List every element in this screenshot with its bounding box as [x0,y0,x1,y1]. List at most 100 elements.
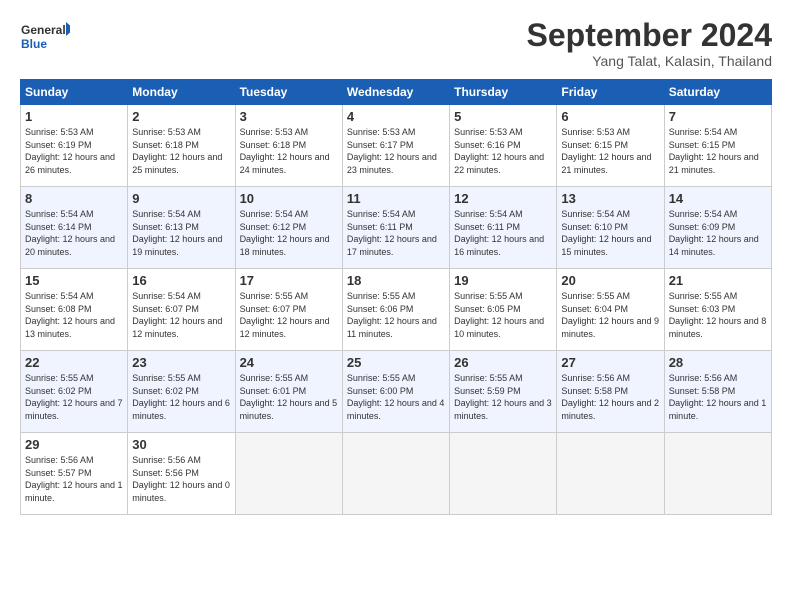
day-number: 17 [240,273,338,288]
table-row [450,433,557,515]
day-number: 20 [561,273,659,288]
table-row: 14 Sunrise: 5:54 AMSunset: 6:09 PMDayligh… [664,187,771,269]
table-row: 25Sunrise: 5:55 AMSunset: 6:00 PMDayligh… [342,351,449,433]
table-row: 7 Sunrise: 5:54 AMSunset: 6:15 PMDaylight… [664,105,771,187]
day-number: 28 [669,355,767,370]
cell-info: Sunrise: 5:55 AMSunset: 6:06 PMDaylight:… [347,290,445,340]
col-friday: Friday [557,80,664,105]
day-number: 19 [454,273,552,288]
cell-info: Sunrise: 5:53 AMSunset: 6:15 PMDaylight:… [561,126,659,176]
day-number: 18 [347,273,445,288]
table-row: 21 Sunrise: 5:55 AMSunset: 6:03 PMDayligh… [664,269,771,351]
cell-info: Sunrise: 5:54 AMSunset: 6:11 PMDaylight:… [347,208,445,258]
cell-info: Sunrise: 5:54 AMSunset: 6:14 PMDaylight:… [25,208,123,258]
table-row: 8 Sunrise: 5:54 AMSunset: 6:14 PMDaylight… [21,187,128,269]
page-header: General Blue September 2024 Yang Talat, … [20,18,772,69]
day-number: 24 [240,355,338,370]
table-row: 13 Sunrise: 5:54 AMSunset: 6:10 PMDayligh… [557,187,664,269]
cell-info: Sunrise: 5:54 AMSunset: 6:11 PMDaylight:… [454,208,552,258]
day-number: 12 [454,191,552,206]
day-number: 13 [561,191,659,206]
table-row: 17Sunrise: 5:55 AMSunset: 6:07 PMDayligh… [235,269,342,351]
logo: General Blue [20,18,70,58]
col-thursday: Thursday [450,80,557,105]
cell-info: Sunrise: 5:55 AMSunset: 5:59 PMDaylight:… [454,372,552,422]
logo-svg: General Blue [20,18,70,58]
calendar-week-3: 15 Sunrise: 5:54 AMSunset: 6:08 PMDayligh… [21,269,772,351]
day-number: 21 [669,273,767,288]
col-saturday: Saturday [664,80,771,105]
cell-info: Sunrise: 5:54 AMSunset: 6:07 PMDaylight:… [132,290,230,340]
cell-info: Sunrise: 5:54 AMSunset: 6:10 PMDaylight:… [561,208,659,258]
cell-info: Sunrise: 5:54 AMSunset: 6:09 PMDaylight:… [669,208,767,258]
cell-info: Sunrise: 5:56 AMSunset: 5:57 PMDaylight:… [25,454,123,504]
day-number: 9 [132,191,230,206]
table-row: 15 Sunrise: 5:54 AMSunset: 6:08 PMDayligh… [21,269,128,351]
cell-info: Sunrise: 5:54 AMSunset: 6:15 PMDaylight:… [669,126,767,176]
table-row: 2 Sunrise: 5:53 AMSunset: 6:18 PMDaylight… [128,105,235,187]
table-row: 22 Sunrise: 5:55 AMSunset: 6:02 PMDayligh… [21,351,128,433]
cell-info: Sunrise: 5:53 AMSunset: 6:18 PMDaylight:… [132,126,230,176]
location: Yang Talat, Kalasin, Thailand [527,53,772,69]
table-row: 30Sunrise: 5:56 AMSunset: 5:56 PMDayligh… [128,433,235,515]
day-number: 30 [132,437,230,452]
cell-info: Sunrise: 5:54 AMSunset: 6:12 PMDaylight:… [240,208,338,258]
day-number: 8 [25,191,123,206]
table-row: 10 Sunrise: 5:54 AMSunset: 6:12 PMDayligh… [235,187,342,269]
calendar-week-5: 29 Sunrise: 5:56 AMSunset: 5:57 PMDayligh… [21,433,772,515]
col-tuesday: Tuesday [235,80,342,105]
cell-info: Sunrise: 5:53 AMSunset: 6:18 PMDaylight:… [240,126,338,176]
table-row: 5 Sunrise: 5:53 AMSunset: 6:16 PMDaylight… [450,105,557,187]
table-row: 4 Sunrise: 5:53 AMSunset: 6:17 PMDaylight… [342,105,449,187]
table-row: 19 Sunrise: 5:55 AMSunset: 6:05 PMDayligh… [450,269,557,351]
day-number: 15 [25,273,123,288]
calendar-table: Sunday Monday Tuesday Wednesday Thursday… [20,79,772,515]
calendar-week-1: 1Sunrise: 5:53 AMSunset: 6:19 PMDaylight… [21,105,772,187]
col-wednesday: Wednesday [342,80,449,105]
cell-info: Sunrise: 5:54 AMSunset: 6:13 PMDaylight:… [132,208,230,258]
table-row: 26Sunrise: 5:55 AMSunset: 5:59 PMDayligh… [450,351,557,433]
header-row: Sunday Monday Tuesday Wednesday Thursday… [21,80,772,105]
day-number: 3 [240,109,338,124]
cell-info: Sunrise: 5:56 AMSunset: 5:58 PMDaylight:… [669,372,767,422]
cell-info: Sunrise: 5:53 AMSunset: 6:17 PMDaylight:… [347,126,445,176]
cell-info: Sunrise: 5:54 AMSunset: 6:08 PMDaylight:… [25,290,123,340]
day-number: 27 [561,355,659,370]
table-row: 12 Sunrise: 5:54 AMSunset: 6:11 PMDayligh… [450,187,557,269]
svg-text:Blue: Blue [21,37,47,51]
day-number: 7 [669,109,767,124]
svg-text:General: General [21,23,66,37]
cell-info: Sunrise: 5:55 AMSunset: 6:02 PMDaylight:… [132,372,230,422]
table-row: 29 Sunrise: 5:56 AMSunset: 5:57 PMDayligh… [21,433,128,515]
col-sunday: Sunday [21,80,128,105]
cell-info: Sunrise: 5:55 AMSunset: 6:01 PMDaylight:… [240,372,338,422]
col-monday: Monday [128,80,235,105]
calendar-week-2: 8 Sunrise: 5:54 AMSunset: 6:14 PMDaylight… [21,187,772,269]
table-row: 27Sunrise: 5:56 AMSunset: 5:58 PMDayligh… [557,351,664,433]
table-row: 3 Sunrise: 5:53 AMSunset: 6:18 PMDaylight… [235,105,342,187]
table-row: 11 Sunrise: 5:54 AMSunset: 6:11 PMDayligh… [342,187,449,269]
table-row [342,433,449,515]
table-row [557,433,664,515]
cell-info: Sunrise: 5:55 AMSunset: 6:05 PMDaylight:… [454,290,552,340]
day-number: 22 [25,355,123,370]
table-row: 1Sunrise: 5:53 AMSunset: 6:19 PMDaylight… [21,105,128,187]
cell-info: Sunrise: 5:55 AMSunset: 6:03 PMDaylight:… [669,290,767,340]
day-number: 5 [454,109,552,124]
cell-info: Sunrise: 5:55 AMSunset: 6:02 PMDaylight:… [25,372,123,422]
table-row: 16Sunrise: 5:54 AMSunset: 6:07 PMDayligh… [128,269,235,351]
day-number: 10 [240,191,338,206]
day-number: 4 [347,109,445,124]
day-number: 2 [132,109,230,124]
calendar-week-4: 22 Sunrise: 5:55 AMSunset: 6:02 PMDayligh… [21,351,772,433]
day-number: 29 [25,437,123,452]
day-number: 14 [669,191,767,206]
day-number: 11 [347,191,445,206]
cell-info: Sunrise: 5:55 AMSunset: 6:00 PMDaylight:… [347,372,445,422]
day-number: 23 [132,355,230,370]
cell-info: Sunrise: 5:53 AMSunset: 6:16 PMDaylight:… [454,126,552,176]
table-row: 20Sunrise: 5:55 AMSunset: 6:04 PMDayligh… [557,269,664,351]
title-block: September 2024 Yang Talat, Kalasin, Thai… [527,18,772,69]
table-row: 24 Sunrise: 5:55 AMSunset: 6:01 PMDayligh… [235,351,342,433]
table-row: 23 Sunrise: 5:55 AMSunset: 6:02 PMDayligh… [128,351,235,433]
